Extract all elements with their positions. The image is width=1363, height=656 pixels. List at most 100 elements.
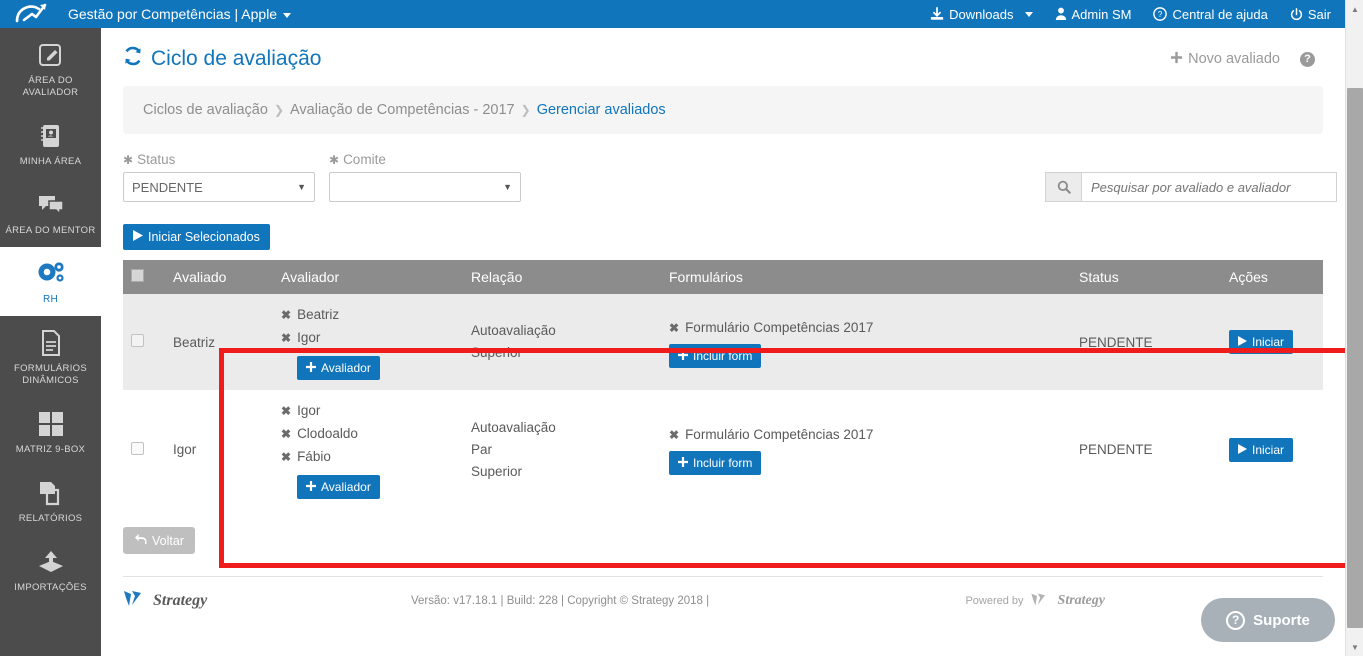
download-icon [930,7,944,21]
user-menu[interactable]: Admin SM [1055,7,1131,22]
sidebar-label: ÁREA DO AVALIADOR [22,75,79,98]
scroll-up-arrow[interactable]: ▲ [1346,0,1363,18]
sidebar-item-area-do-mentor[interactable]: ÁREA DO MENTOR [0,178,101,247]
column-formularios: Formulários [661,260,1071,294]
sidebar-item-formularios-dinamicos[interactable]: FORMULÁRIOS DINÂMICOS [0,316,101,397]
table-row: Igor ✖ Igor ✖ Clodoaldo ✖ Fábio Avaliado… [123,390,1323,509]
main-content: Ciclo de avaliação Novo avaliado ? Ciclo… [101,28,1345,656]
remove-icon[interactable]: ✖ [281,423,291,445]
chevron-down-icon [283,12,292,18]
iniciar-selecionados-label: Iniciar Selecionados [148,230,260,244]
voltar-button[interactable]: Voltar [123,527,195,554]
chevron-down-icon: ▼ [297,182,306,192]
chevron-down-icon [1024,11,1033,17]
gears-icon [4,259,97,289]
sidebar-label: MINHA ÁREA [19,156,82,167]
status-select[interactable]: PENDENTE ▼ [123,172,315,202]
scrollbar-thumb[interactable] [1347,88,1363,628]
page-header: Ciclo de avaliação Novo avaliado ? [101,28,1345,78]
support-button[interactable]: ? Suporte [1201,598,1335,642]
avaliador-name: Igor [297,403,321,418]
question-circle-icon: ? [1226,610,1246,630]
upload-icon [4,547,97,577]
breadcrumb-item-2[interactable]: Gerenciar avaliados [537,102,666,118]
remove-icon[interactable]: ✖ [669,424,679,446]
top-nav-actions: Downloads Admin SM ? Central de ajuda Sa… [930,7,1345,22]
sidebar-item-rh[interactable]: RH [0,247,101,316]
iniciar-button[interactable]: Iniciar [1229,330,1294,354]
table-toolbar: Iniciar Selecionados [101,202,1345,250]
search-icon[interactable] [1045,172,1081,202]
sidebar-item-importacoes[interactable]: IMPORTAÇÕES [0,535,101,604]
svg-text:?: ? [1158,10,1163,19]
support-label: Suporte [1253,611,1310,629]
downloads-menu[interactable]: Downloads [930,7,1033,22]
formulario-entry: ✖ Formulário Competências 2017 [669,317,1063,339]
iniciar-label: Iniciar [1252,442,1285,457]
app-logo-icon [8,0,56,28]
cell-formularios: ✖ Formulário Competências 2017 Incluir f… [661,390,1071,509]
sidebar-item-matriz-9-box[interactable]: MATRIZ 9-BOX [0,397,101,466]
search-input[interactable] [1081,172,1337,202]
iniciar-button[interactable]: Iniciar [1229,437,1294,462]
row-checkbox[interactable] [131,441,144,455]
new-avaliado-button[interactable]: Novo avaliado [1170,51,1280,68]
remove-icon[interactable]: ✖ [281,400,291,422]
page-help-icon[interactable]: ? [1300,51,1315,67]
remove-icon[interactable]: ✖ [669,317,679,339]
comite-select[interactable]: ▼ [329,172,521,202]
select-all-checkbox[interactable] [131,269,144,282]
cell-avaliador: ✖ Igor ✖ Clodoaldo ✖ Fábio Avaliador [273,390,463,509]
strategy-logo-icon [123,589,149,614]
page-scrollbar[interactable]: ▲ ▼ [1345,0,1363,656]
column-status: Status [1071,260,1221,294]
sidebar-item-relatorios[interactable]: RELATÓRIOS [0,466,101,535]
help-center-link[interactable]: ? Central de ajuda [1153,7,1268,22]
copy-pages-icon [4,478,97,508]
table-row: Beatriz ✖ Beatriz ✖ Igor Avaliador Autoa… [123,294,1323,390]
breadcrumb-item-0[interactable]: Ciclos de avaliação [143,102,268,118]
sidebar-label: RELATÓRIOS [18,513,83,524]
remove-icon[interactable]: ✖ [281,327,291,349]
relacao-entry: Par [471,441,493,457]
add-form-label: Incluir form [693,456,753,470]
sidebar-item-area-do-avaliador[interactable]: ÁREA DO AVALIADOR [0,28,101,109]
row-checkbox[interactable] [131,334,144,347]
powered-logo-text: Strategy [1057,593,1105,608]
logout-link[interactable]: Sair [1290,7,1331,22]
avaliador-name: Igor [297,330,321,345]
breadcrumb-separator: ❯ [520,103,531,117]
powered-by: Powered by Strategy [965,592,1105,611]
avaliador-name: Fábio [297,449,331,464]
row-select-cell [123,294,165,390]
remove-icon[interactable]: ✖ [281,304,291,326]
search-box [1045,172,1337,202]
plus-icon [306,361,316,375]
comite-label-text: Comite [343,152,386,167]
asterisk-icon: ✱ [329,152,340,167]
avaliador-entry: ✖ Clodoaldo [281,423,455,445]
sidebar-item-minha-area[interactable]: MINHA ÁREA [0,109,101,178]
column-relacao: Relação [463,260,661,294]
avaliador-name: Clodoaldo [297,426,358,441]
avaliador-entry: ✖ Igor [281,400,455,422]
breadcrumb-item-1[interactable]: Avaliação de Competências - 2017 [290,102,515,118]
asterisk-icon: ✱ [123,152,134,167]
remove-icon[interactable]: ✖ [281,446,291,468]
select-all-header [123,260,165,294]
plus-icon [678,349,688,363]
scroll-down-arrow[interactable]: ▼ [1346,638,1363,656]
strategy-logo-icon [1030,592,1052,611]
add-avaliador-label: Avaliador [321,480,371,494]
table-body: Beatriz ✖ Beatriz ✖ Igor Avaliador Autoa… [123,294,1323,509]
add-avaliador-button[interactable]: Avaliador [297,475,380,499]
avaliados-table: Avaliado Avaliador Relação Formulários S… [123,260,1323,509]
add-form-button[interactable]: Incluir form [669,343,762,368]
app-title[interactable]: Gestão por Competências | Apple [68,6,292,22]
add-avaliador-button[interactable]: Avaliador [297,356,380,380]
sidebar-label: FORMULÁRIOS DINÂMICOS [14,363,87,386]
add-form-button[interactable]: Incluir form [669,451,762,475]
footer-logo: Strategy [123,589,207,614]
iniciar-selecionados-button[interactable]: Iniciar Selecionados [123,224,270,250]
iniciar-label: Iniciar [1252,335,1285,349]
